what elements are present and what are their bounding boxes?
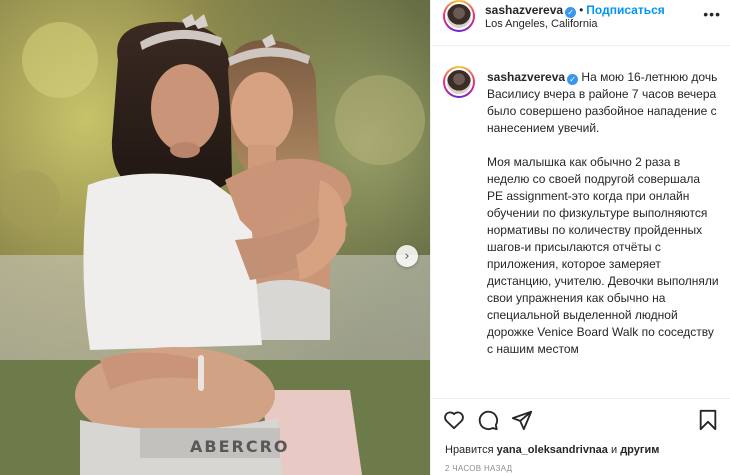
likes-line: Нравится yana_oleksandrivnaa и другим	[445, 444, 659, 456]
instagram-post: ABERCRO › sashazvereva ✓ • Подписаться Los …	[0, 0, 730, 475]
caption-area: sashazvereva ✓ На мою 16-летнюю дочь Васи…	[431, 58, 730, 396]
likes-user-link[interactable]: yana_oleksandrivnaa	[497, 444, 608, 456]
follow-button[interactable]: Подписаться	[586, 3, 664, 17]
more-options-icon[interactable]: •••	[703, 6, 721, 22]
author-username[interactable]: sashazvereva	[485, 3, 563, 17]
comment-icon	[478, 410, 499, 431]
caption-username[interactable]: sashazvereva	[487, 70, 565, 84]
author-avatar[interactable]	[443, 0, 475, 32]
likes-prefix: Нравится	[445, 444, 494, 456]
post-header: sashazvereva ✓ • Подписаться Los Angeles, C…	[431, 0, 730, 46]
bookmark-icon	[699, 409, 717, 431]
separator-dot: •	[579, 3, 584, 17]
carousel-next-button[interactable]: ›	[396, 245, 418, 267]
save-button[interactable]	[695, 407, 721, 433]
likes-and: и	[610, 444, 618, 456]
heart-icon	[444, 411, 464, 430]
header-user-line: sashazvereva ✓ • Подписаться	[485, 3, 665, 18]
post-timestamp[interactable]: 2 ЧАСОВ НАЗАД	[445, 464, 512, 473]
caption-avatar[interactable]	[443, 66, 475, 98]
share-button[interactable]	[509, 407, 535, 433]
post-side-panel: sashazvereva ✓ • Подписаться Los Angeles, C…	[430, 0, 730, 475]
caption-text: sashazvereva ✓ На мою 16-летнюю дочь Васи…	[487, 69, 719, 375]
verified-badge-icon: ✓	[565, 7, 577, 18]
photo-illustration: ABERCRO	[0, 0, 430, 475]
comment-button[interactable]	[475, 407, 501, 433]
likes-others-link[interactable]: другим	[620, 444, 659, 456]
action-bar	[431, 398, 730, 444]
caption-paragraph: sashazvereva ✓ На мою 16-летнюю дочь Васи…	[487, 69, 719, 137]
shirt-text: ABERCRO	[190, 437, 290, 456]
chevron-right-icon: ›	[404, 248, 410, 264]
caption-paragraph-2: Моя малышка как обычно 2 раза в неделю с…	[487, 155, 719, 356]
location-link[interactable]: Los Angeles, California	[485, 18, 598, 30]
verified-badge-icon: ✓	[567, 74, 579, 85]
like-button[interactable]	[441, 407, 467, 433]
post-photo[interactable]: ABERCRO ›	[0, 0, 430, 475]
share-icon	[511, 410, 533, 431]
